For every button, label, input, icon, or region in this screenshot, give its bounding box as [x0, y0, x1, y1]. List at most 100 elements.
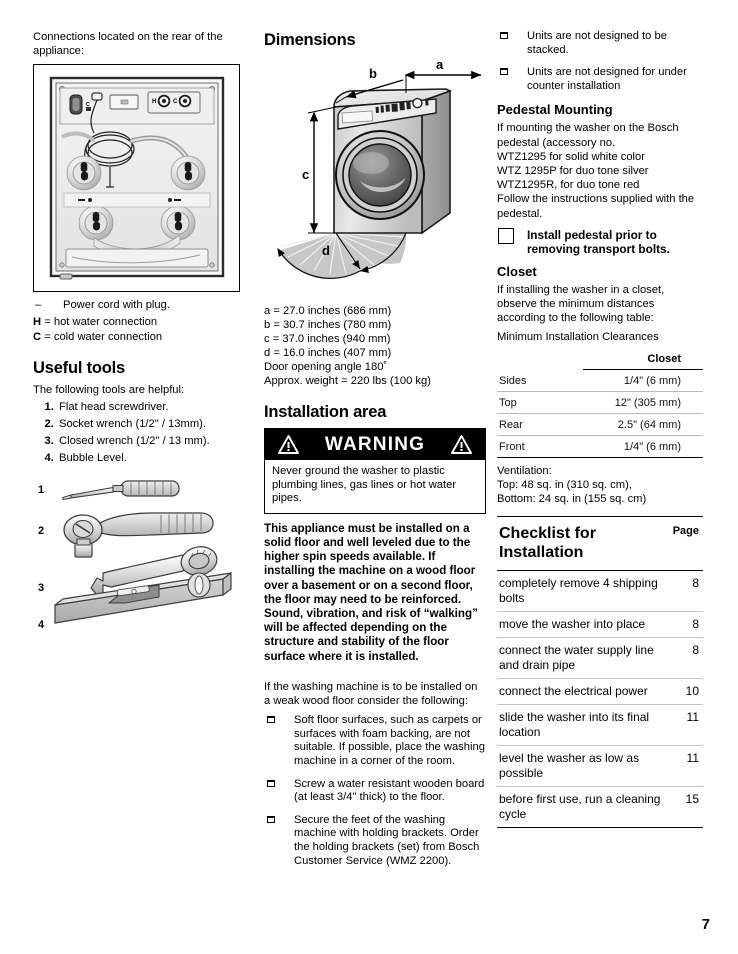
clearance-value: 1/4" (6 mm)	[583, 369, 703, 392]
checklist-page: 8	[669, 637, 703, 679]
checkbox-icon	[267, 779, 275, 787]
pedestal-models-list: WTZ1295 for solid white color WTZ 1295P …	[497, 150, 703, 193]
weak-floor-item: Soft floor surfaces, such as carpets or …	[264, 714, 486, 768]
checklist-page: 8	[669, 570, 703, 612]
weak-floor-item: Secure the feet of the washing machine w…	[264, 814, 486, 868]
dimensions-figure: d a b c	[264, 55, 486, 300]
dimension-value-c: c = 37.0 inches (940 mm)	[264, 333, 391, 345]
checkbox-icon	[267, 716, 275, 724]
tools-illustration: 1 2 3 4	[33, 473, 240, 643]
dash-marker: –	[35, 299, 42, 312]
weak-floor-checklist: Soft floor surfaces, such as carpets or …	[264, 714, 486, 868]
pedestal-model: WTZ 1295P for duo tone silver	[497, 164, 649, 177]
legend-text-power-cord: Power cord with plug.	[63, 299, 170, 312]
table-row: Sides 1/4" (6 mm)	[497, 369, 703, 392]
checklist-page: 11	[669, 704, 703, 746]
warning-triangle-icon-left	[277, 435, 299, 454]
stacking-note-text: Units are not designed to be stacked.	[527, 30, 667, 56]
warning-bar: WARNING	[265, 429, 485, 460]
clearance-label: Top	[497, 391, 583, 414]
dimension-value-b: b = 30.7 inches (780 mm)	[264, 319, 392, 331]
tool-label-1: 1	[38, 484, 44, 496]
checklist-item: connect the water supply line and drain …	[497, 637, 669, 679]
weak-floor-item-text: Screw a water resistant wooden board (at…	[294, 777, 485, 804]
clearance-value: 2.5" (64 mm)	[583, 413, 703, 436]
closet-intro: If installing the washer in a closet, ob…	[497, 283, 665, 325]
warning-body-text: Never ground the washer to plastic plumb…	[272, 465, 457, 505]
dimension-label-b: b	[369, 66, 377, 81]
tool-item: Bubble Level.	[57, 450, 240, 467]
pedestal-prior-note-text: Install pedestal prior to removing trans…	[527, 227, 670, 257]
stacking-note-text: Units are not designed for under counter…	[527, 66, 687, 92]
legend-item-hot-water: H = hot water connection	[33, 315, 240, 329]
useful-tools-heading: Useful tools	[33, 358, 126, 377]
clearance-table-caption: Minimum Installation Clearances	[497, 330, 659, 343]
installation-area-heading: Installation area	[264, 403, 387, 421]
checklist-item: level the washer as low as possible	[497, 745, 669, 787]
clearance-col-blank	[497, 348, 583, 370]
manual-page: Connections located on the rear of the a…	[0, 0, 738, 954]
useful-tools-list: Flat head screwdriver. Socket wrench (1/…	[33, 399, 240, 467]
table-row: Rear 2.5" (64 mm)	[497, 413, 703, 436]
checklist-item: slide the washer into its final location	[497, 704, 669, 746]
washer-rear-connections-figure: C H C	[33, 64, 240, 293]
ventilation-note: Ventilation: Top: 48 sq. in (310 sq. cm)…	[497, 464, 703, 506]
ventilation-label: Ventilation:	[497, 464, 552, 477]
table-row: connect the water supply line and drain …	[497, 637, 703, 679]
checklist-item: move the washer into place	[497, 611, 669, 638]
tool-label-3: 3	[38, 582, 44, 594]
pedestal-mounting-heading: Pedestal Mounting	[497, 102, 613, 118]
solid-floor-paragraph: This appliance must be installed on a so…	[264, 521, 478, 663]
clearance-label: Front	[497, 435, 583, 458]
pedestal-follow-instructions: Follow the instructions supplied with th…	[497, 193, 695, 220]
legend-marker-h: H	[33, 316, 42, 329]
table-row: before first use, run a cleaning cycle 1…	[497, 786, 703, 828]
legend-marker-c: C	[33, 330, 42, 343]
rear-connections-intro: Connections located on the rear of the a…	[33, 31, 223, 58]
weak-floor-intro: If the washing machine is to be installe…	[264, 680, 478, 708]
tool-item: Socket wrench (1/2" / 13mm).	[57, 416, 240, 433]
dimension-label-d: d	[322, 243, 330, 258]
pedestal-model: WTZ1295 for solid white color	[497, 150, 645, 163]
checkbox-icon	[500, 32, 508, 39]
dimension-value-d: d = 16.0 inches (407 mm)	[264, 347, 392, 359]
table-row: connect the electrical power 10	[497, 678, 703, 705]
table-row: completely remove 4 shipping bolts 8	[497, 570, 703, 612]
ventilation-top: Top: 48 sq. in (310 sq. cm),	[497, 478, 632, 491]
legend-item-power-cord: – Power cord with plug.	[33, 298, 240, 312]
warning-title: WARNING	[324, 433, 426, 455]
table-row: Front 1/4" (6 mm)	[497, 435, 703, 458]
table-row: move the washer into place 8	[497, 611, 703, 638]
tools-diagram: 1 2 3 4	[38, 480, 232, 631]
tool-label-2: 2	[38, 525, 44, 537]
legend-text-cold-water: = cold water connection	[44, 330, 163, 343]
checklist-page: 10	[669, 678, 703, 705]
ventilation-bottom: Bottom: 24 sq. in (155 sq. cm)	[497, 492, 647, 505]
warning-triangle-icon-right	[451, 435, 473, 454]
clearance-value: 12" (305 mm)	[583, 391, 703, 414]
installation-checklist-table: Checklist for Installation Page complete…	[497, 515, 703, 828]
approx-weight: Approx. weight = 220 lbs (100 kg)	[264, 375, 431, 387]
dimensions-heading: Dimensions	[264, 31, 356, 49]
clearance-col-closet: Closet	[583, 347, 703, 370]
left-column: Connections located on the rear of the a…	[33, 30, 240, 643]
dimension-label-a: a	[436, 57, 444, 72]
clearance-value: 1/4" (6 mm)	[583, 435, 703, 458]
checklist-page: 8	[669, 611, 703, 638]
pedestal-prior-note: Install pedestal prior to removing trans…	[497, 227, 703, 257]
pedestal-intro: If mounting the washer on the Bosch pede…	[497, 122, 679, 149]
door-opening-angle: Door opening angle 180˚	[264, 361, 388, 373]
useful-tools-intro: The following tools are helpful:	[33, 383, 185, 396]
clearance-table: Closet Sides 1/4" (6 mm) Top 12" (305 mm…	[497, 347, 703, 458]
closet-heading: Closet	[497, 263, 537, 279]
svg-text:C: C	[173, 99, 178, 105]
stacking-note-item: Units are not designed for under counter…	[497, 66, 703, 93]
clearance-label: Sides	[497, 369, 583, 392]
right-column: Units are not designed to be stacked. Un…	[497, 30, 703, 828]
washer-dimensions-diagram: d a b c	[277, 57, 481, 280]
legend-text-hot-water: = hot water connection	[44, 316, 158, 329]
rear-connections-legend: – Power cord with plug. H = hot water co…	[33, 298, 240, 343]
checklist-page: 11	[669, 745, 703, 787]
checklist-page-header: Page	[669, 516, 703, 571]
dimension-label-c: c	[302, 167, 309, 182]
